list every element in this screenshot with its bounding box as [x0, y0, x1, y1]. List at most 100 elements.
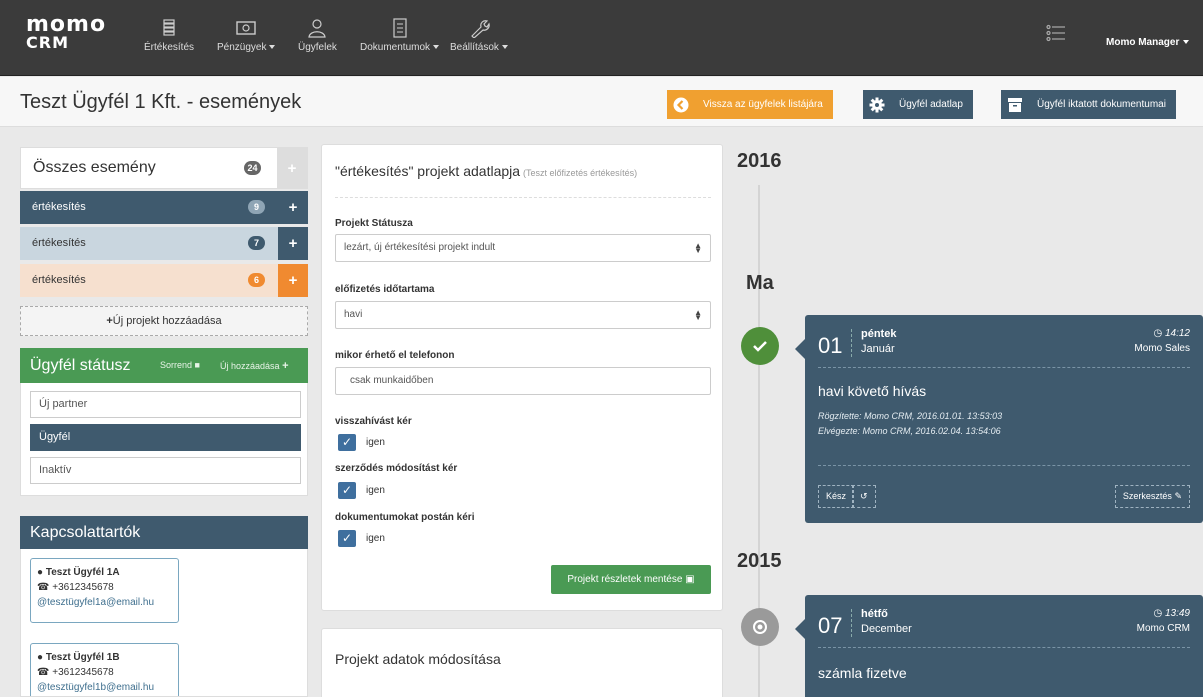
arrow-left-icon [667, 90, 695, 119]
status-item-inactive[interactable]: Inaktív [30, 457, 301, 484]
phone-availability-input[interactable]: csak munkaidőben [335, 367, 711, 395]
phone-icon: ☎ [37, 582, 50, 593]
callback-checkbox-label: igen [366, 437, 385, 448]
event-done-marker [741, 327, 779, 365]
event-title: számla fizetve [818, 665, 907, 681]
coins-icon [163, 19, 175, 36]
callback-label: visszahívást kér [335, 416, 412, 427]
nav-item-documents[interactable]: Dokumentumok [360, 18, 440, 53]
timeline-event-card[interactable]: 01 péntek Január ◷ 14:12 Momo Sales havi… [795, 315, 1203, 523]
year-label-2015: 2015 [737, 550, 782, 572]
clock-icon: ◷ [1153, 328, 1163, 339]
user-icon: ● [37, 567, 44, 578]
divider [335, 197, 711, 198]
event-month: Január [861, 343, 895, 355]
user-menu[interactable]: Momo Manager [1106, 37, 1190, 48]
chevron-down-icon [1183, 40, 1190, 45]
today-label: Ma [746, 272, 774, 294]
archive-icon [1001, 90, 1029, 119]
target-icon [753, 620, 767, 634]
floppy-icon: ▣ [685, 574, 695, 585]
clock-icon: ◷ [1153, 608, 1163, 619]
select-arrows-icon: ▲ ▼ [694, 241, 702, 255]
contract-change-checkbox[interactable]: ✓ [338, 482, 356, 499]
lock-icon: ■ [194, 360, 200, 370]
page-header: Teszt Ügyfél 1 Kft. - események Vissza a… [0, 77, 1203, 127]
money-icon [236, 21, 256, 35]
add-status-link[interactable]: Új hozzáadása + [220, 360, 289, 372]
undo-button[interactable]: ↺ [852, 485, 876, 508]
project-item-2[interactable]: értékesítés 7 + [20, 227, 308, 260]
contract-change-label: szerződés módosítást kér [335, 463, 458, 474]
contract-change-checkbox-label: igen [366, 485, 385, 496]
project-form-panel: "értékesítés" projekt adatlapja (Teszt el… [321, 144, 723, 611]
wrench-icon [471, 20, 490, 38]
project-count-badge: 9 [248, 200, 265, 214]
document-icon [392, 18, 407, 38]
user-icon [308, 19, 327, 38]
select-arrows-icon: ▲ ▼ [694, 308, 702, 322]
momo-crm-logo[interactable]: momo CRM [26, 14, 106, 52]
gear-icon [863, 90, 891, 119]
check-icon [753, 341, 767, 352]
edit-icon: ✎ [1174, 491, 1182, 501]
project-item-1[interactable]: értékesítés 9 + [20, 191, 308, 224]
event-done-button[interactable]: Kész [818, 485, 855, 508]
nav-item-clients[interactable]: Ügyfelek [298, 18, 337, 53]
contacts-header: Kapcsolattartók [20, 516, 308, 549]
add-project-event-button[interactable]: + [278, 264, 308, 297]
project-status-select[interactable]: lezárt, új értékesítési projekt indult ▲ ▼ [335, 234, 711, 262]
project-status-label: Projekt Státusza [335, 218, 413, 229]
nav-item-settings[interactable]: Beállítások [450, 18, 508, 53]
contact-card[interactable]: ● Teszt Ügyfél 1B ☎ +3612345678 @tesztüg… [30, 643, 179, 696]
add-project-button[interactable]: +Új projekt hozzáadása [20, 306, 308, 336]
event-edit-button[interactable]: Szerkesztés ✎ [1114, 485, 1190, 508]
event-time: ◷ 14:12 [1153, 328, 1190, 339]
post-docs-checkbox-label: igen [366, 533, 385, 544]
event-meta: Rögzítette: Momo CRM, 2016.01.01. 13:53:… [818, 411, 1003, 436]
event-weekday: péntek [861, 328, 897, 340]
project-item-3[interactable]: értékesítés 6 + [20, 264, 308, 297]
save-project-button[interactable]: Projekt részletek mentése ▣ [551, 565, 711, 594]
all-events-filter[interactable]: Összes esemény 24 + [20, 147, 308, 189]
status-item-new-partner[interactable]: Új partner [30, 391, 301, 418]
add-project-event-button[interactable]: + [278, 191, 308, 224]
post-docs-label: dokumentumokat postán kéri [335, 512, 475, 523]
client-sheet-button[interactable]: Ügyfél adatlap [863, 90, 973, 119]
contact-card[interactable]: ● Teszt Ügyfél 1A ☎ +3612345678 @tesztüg… [30, 558, 179, 623]
add-event-button[interactable]: + [277, 148, 307, 188]
status-item-client[interactable]: Ügyfél [30, 424, 301, 451]
callback-checkbox[interactable]: ✓ [338, 434, 356, 451]
nav-item-finance[interactable]: Pénzügyek [217, 18, 276, 53]
client-status-header: Ügyfél státusz Sorrend ■ Új hozzáadása + [20, 348, 308, 383]
event-user: Momo Sales [1134, 343, 1190, 354]
sort-order-link[interactable]: Sorrend ■ [160, 360, 200, 370]
event-title: havi követő hívás [818, 383, 927, 399]
nav-item-sales[interactable]: Értékesítés [144, 18, 194, 53]
at-icon: @ [37, 597, 48, 608]
event-count-badge: 24 [244, 161, 261, 175]
project-modify-title: Projekt adatok módosítása [335, 651, 501, 667]
event-user: Momo CRM [1136, 623, 1190, 634]
phone-icon: ☎ [37, 667, 50, 678]
contacts-list: ● Teszt Ügyfél 1A ☎ +3612345678 @tesztüg… [20, 549, 308, 697]
event-day: 07 [818, 613, 843, 638]
back-to-clients-button[interactable]: Vissza az ügyfelek listájára [667, 90, 833, 119]
user-icon: ● [37, 652, 44, 663]
add-project-event-button[interactable]: + [278, 227, 308, 260]
top-navbar: momo CRM Értékesítés Pénzügyek Ügyfelek … [0, 0, 1203, 76]
project-count-badge: 6 [248, 273, 265, 287]
year-label-2016: 2016 [737, 150, 782, 172]
event-time: ◷ 13:49 [1153, 608, 1190, 619]
client-documents-button[interactable]: Ügyfél iktatott dokumentumai [1001, 90, 1176, 119]
timeline-event-card[interactable]: 07 hétfő December ◷ 13:49 Momo CRM száml… [795, 595, 1203, 697]
post-docs-checkbox[interactable]: ✓ [338, 530, 356, 547]
list-menu-icon[interactable] [1046, 24, 1066, 42]
duration-label: előfizetés időtartama [335, 284, 435, 295]
event-pending-marker [741, 608, 779, 646]
client-status-list: Új partner Ügyfél Inaktív [20, 383, 308, 496]
at-icon: @ [37, 682, 48, 693]
event-weekday: hétfő [861, 608, 888, 620]
duration-select[interactable]: havi ▲ ▼ [335, 301, 711, 329]
plus-icon: + [282, 360, 289, 372]
